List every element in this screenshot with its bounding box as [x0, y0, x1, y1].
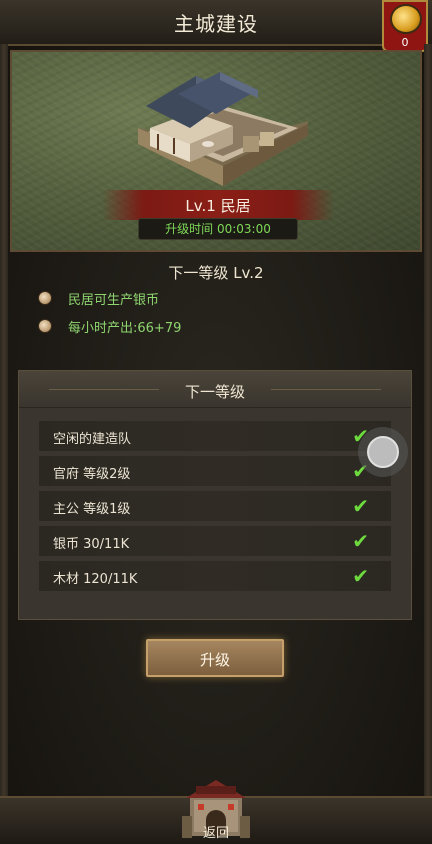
upgrade-button[interactable]: 升级	[146, 639, 284, 677]
requirement-label: 空闲的建造队	[53, 432, 132, 447]
residence-building-image	[138, 72, 308, 186]
next-level-title: 下一等级 Lv.2	[168, 264, 264, 282]
back-button-label: 返回	[202, 826, 229, 841]
screen: 主城建设 0 Lv.1 民居 升级时间 00:03:00 下一等级 Lv.2 民…	[0, 0, 432, 844]
requirement-label: 银币 30/11K	[53, 537, 130, 552]
upgrade-time: 升级时间 00:03:00	[138, 218, 298, 240]
requirement-label: 木材 120/11K	[53, 572, 138, 587]
page-title: 主城建设	[174, 12, 258, 36]
requirement-row: 空闲的建造队 ✔	[39, 421, 391, 451]
gold-widget[interactable]: 0	[382, 0, 428, 52]
benefit-item: 民居可生产银币	[38, 288, 159, 308]
frame-rail-left	[0, 44, 8, 796]
assistive-touch-button[interactable]	[358, 427, 408, 477]
benefit-text: 民居可生产银币	[68, 292, 160, 308]
assistive-touch-icon	[367, 436, 399, 468]
requirement-label: 官府 等级2级	[53, 467, 131, 482]
requirement-label: 主公 等级1级	[53, 502, 131, 517]
gold-count: 0	[401, 36, 409, 49]
check-icon: ✔	[352, 564, 369, 588]
building-preview: Lv.1 民居 升级时间 00:03:00	[10, 50, 422, 252]
gold-ingot-icon	[390, 4, 422, 34]
requirements-panel: 下一等级 空闲的建造队 ✔ 官府 等级2级 ✔ 主公 等级1级 ✔ 银币 30/…	[18, 370, 412, 620]
requirement-row: 官府 等级2级 ✔	[39, 456, 391, 486]
requirement-row: 木材 120/11K ✔	[39, 561, 391, 591]
check-icon: ✔	[352, 494, 369, 518]
requirements-title: 下一等级	[184, 383, 245, 401]
upgrade-button-label: 升级	[199, 651, 230, 669]
frame-rail-right	[424, 44, 432, 796]
title-bar: 主城建设	[0, 0, 432, 46]
check-icon: ✔	[352, 529, 369, 553]
bullet-dot-icon	[38, 291, 52, 305]
benefit-text: 每小时产出:66+79	[68, 320, 182, 336]
requirement-row: 主公 等级1级 ✔	[39, 491, 391, 521]
requirement-row: 银币 30/11K ✔	[39, 526, 391, 556]
bullet-dot-icon	[38, 319, 52, 333]
requirements-header: 下一等级	[19, 371, 411, 408]
building-level-label: Lv.1 民居	[185, 197, 251, 215]
benefit-item: 每小时产出:66+79	[38, 316, 181, 336]
